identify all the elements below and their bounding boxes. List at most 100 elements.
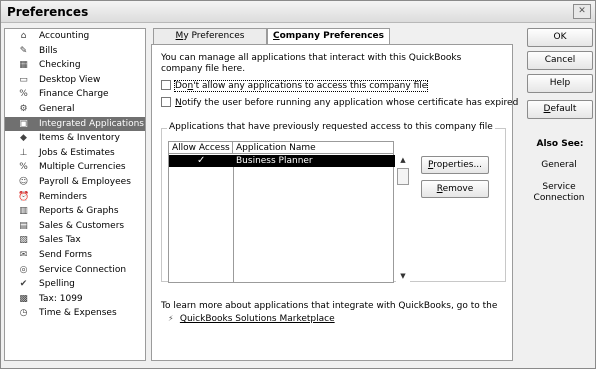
accounting-icon: ⌂ [20, 31, 27, 41]
sidebar-item-spelling[interactable]: ✔ Spelling [5, 277, 145, 292]
preferences-category-list: ⌂ Accounting ✎ Bills ▦ Checking ▭ Desktop View%… [4, 28, 146, 361]
previous-apps-legend: Applications that have previously reques… [167, 122, 495, 132]
column-divider [233, 167, 234, 282]
also-see-heading: Also See: [536, 139, 584, 149]
finance-charge-icon: % [19, 89, 28, 100]
sidebar-item-items-inventory[interactable]: ◆ Items & Inventory [5, 131, 145, 146]
sidebar-item-label: Sales & Customers [39, 220, 125, 231]
service-connection-icon: ◎ [19, 264, 28, 275]
allow-access-check-icon[interactable]: ✓ [197, 155, 205, 167]
sidebar-item-multiple-currencies[interactable]: % Multiple Currencies [5, 160, 145, 175]
sidebar-item-jobs-estimates[interactable]: ⊥ Jobs & Estimates [5, 146, 145, 161]
reminders-icon: ⏰ [18, 191, 30, 202]
marketplace-link-row[interactable]: ⚡ QuickBooks Solutions Marketplace [168, 314, 335, 324]
table-row[interactable]: ✓ Business Planner [169, 155, 395, 167]
column-header-application-name[interactable]: Application Name [233, 142, 394, 154]
block-apps-checkbox[interactable] [161, 80, 171, 90]
sidebar-item-label: Jobs & Estimates [39, 147, 115, 158]
tab-company-preferences[interactable]: Company Preferences [267, 28, 390, 45]
sidebar-item-label: Items & Inventory [39, 133, 120, 144]
reports-graphs-icon: ▥ [19, 206, 28, 217]
remove-button[interactable]: Remove [421, 180, 489, 198]
close-icon[interactable]: ✕ [573, 4, 591, 19]
sidebar-item-finance-charge[interactable]: % Finance Charge [5, 87, 145, 102]
sidebar-item-checking[interactable]: ▦ Checking [5, 58, 145, 73]
tab-company-preferences-label: ompany Preferences [279, 31, 384, 41]
sidebar-item-label: Payroll & Employees [39, 176, 131, 187]
sidebar-item-label: Accounting [39, 31, 90, 41]
sidebar-item-label: Time & Expenses [39, 308, 117, 319]
tab-my-preferences-label: y Preferences [183, 31, 245, 41]
sidebar-item-label: Spelling [39, 279, 75, 290]
scroll-up-icon[interactable]: ▲ [396, 156, 410, 164]
time-expenses-icon: ◷ [19, 308, 28, 319]
notify-expired-checkbox[interactable] [161, 97, 171, 107]
sidebar-item-general[interactable]: ⚙ General [5, 102, 145, 117]
cancel-button[interactable]: Cancel [527, 51, 593, 70]
desktop-view-icon: ▭ [19, 74, 28, 85]
sidebar-item-label: Reports & Graphs [39, 206, 119, 217]
also-see-general-link[interactable]: General [521, 160, 596, 171]
scroll-down-icon[interactable]: ▼ [396, 272, 410, 280]
sidebar-item-sales-customers[interactable]: ▤ Sales & Customers [5, 219, 145, 234]
sidebar-item-label: Tax: 1099 [39, 293, 83, 304]
learn-more-text: To learn more about applications that in… [161, 301, 498, 311]
spelling-icon: ✔ [19, 279, 28, 290]
sidebar-item-desktop-view[interactable]: ▭ Desktop View [5, 73, 145, 88]
also-see-service-connection-link[interactable]: Service Connection [521, 182, 596, 204]
column-header-allow-access[interactable]: Allow Access [169, 142, 233, 154]
applications-grid[interactable]: Allow Access Application Name ✓ Business… [168, 141, 395, 283]
block-apps-label-rest: 't allow any applications to access this… [193, 81, 428, 91]
jobs-estimates-icon: ⊥ [19, 147, 28, 158]
sales-customers-icon: ▤ [19, 220, 28, 231]
default-button-label: efault [550, 104, 577, 114]
multiple-currencies-icon: % [19, 162, 28, 173]
tab-my-preferences[interactable]: My Preferences [153, 28, 267, 44]
company-preferences-panel: You can manage all applications that int… [151, 44, 518, 361]
remove-button-label: emove [442, 184, 474, 194]
sidebar-item-label: Bills [39, 45, 58, 56]
sidebar-item-label: Reminders [39, 191, 87, 202]
sidebar-item-label: Sales Tax [39, 235, 81, 246]
sidebar-item-reports-graphs[interactable]: ▥ Reports & Graphs [5, 204, 145, 219]
send-forms-icon: ✉ [19, 249, 28, 260]
title-bar: Preferences ✕ [1, 1, 595, 23]
sidebar-item-sales-tax[interactable]: ▧ Sales Tax [5, 233, 145, 248]
bills-icon: ✎ [19, 45, 28, 56]
block-apps-option[interactable]: Don't allow any applications to access t… [161, 80, 429, 92]
block-apps-label-prefix: Do [175, 81, 188, 91]
properties-button[interactable]: Properties... [421, 156, 489, 174]
sidebar-item-label: Checking [39, 60, 81, 71]
tax-1099-icon: ▩ [19, 293, 28, 304]
sidebar-item-reminders[interactable]: ⏰ Reminders [5, 190, 145, 205]
notify-expired-label: Notify the user before running any appli… [175, 98, 518, 108]
sidebar-item-service-connection[interactable]: ◎ Service Connection [5, 263, 145, 278]
sidebar-item-bills[interactable]: ✎ Bills [5, 44, 145, 59]
grid-scrollbar[interactable]: ▲ ▼ [396, 154, 410, 285]
default-button[interactable]: Default [527, 100, 593, 119]
sidebar-item-accounting[interactable]: ⌂ Accounting [5, 29, 145, 44]
sidebar-item-label: General [39, 103, 75, 114]
sidebar-item-integrated-applications[interactable]: ▣ Integrated Applications [5, 116, 145, 132]
sidebar-item-label: Service Connection [39, 264, 127, 275]
sidebar-item-tax-1099[interactable]: ▩ Tax: 1099 [5, 292, 145, 307]
marketplace-link[interactable]: QuickBooks Solutions Marketplace [180, 314, 335, 324]
notify-expired-option[interactable]: Notify the user before running any appli… [161, 97, 518, 109]
sidebar-item-label: Finance Charge [39, 89, 109, 100]
sidebar-item-time-expenses[interactable]: ◷ Time & Expenses [5, 306, 145, 321]
preferences-window: Preferences ✕ ⌂ Accounting ✎ Bills ▦ Checking… [0, 0, 596, 369]
also-see-service-line2: Connection [533, 193, 585, 203]
ok-button[interactable]: OK [527, 28, 593, 47]
sidebar-item-payroll-employees[interactable]: ☺ Payroll & Employees [5, 175, 145, 190]
scroll-thumb[interactable] [397, 168, 409, 185]
general-icon: ⚙ [19, 103, 28, 114]
link-arrow-icon: ⚡ [168, 314, 174, 323]
notify-expired-label-accesskey: N [175, 98, 182, 108]
properties-button-label: roperties... [433, 160, 483, 170]
sidebar-item-label: Multiple Currencies [39, 162, 126, 173]
help-button[interactable]: Help [527, 74, 593, 93]
window-title: Preferences [7, 5, 89, 19]
block-apps-label: Don't allow any applications to access t… [173, 80, 429, 92]
payroll-employees-icon: ☺ [18, 176, 29, 187]
sidebar-item-send-forms[interactable]: ✉ Send Forms [5, 248, 145, 263]
